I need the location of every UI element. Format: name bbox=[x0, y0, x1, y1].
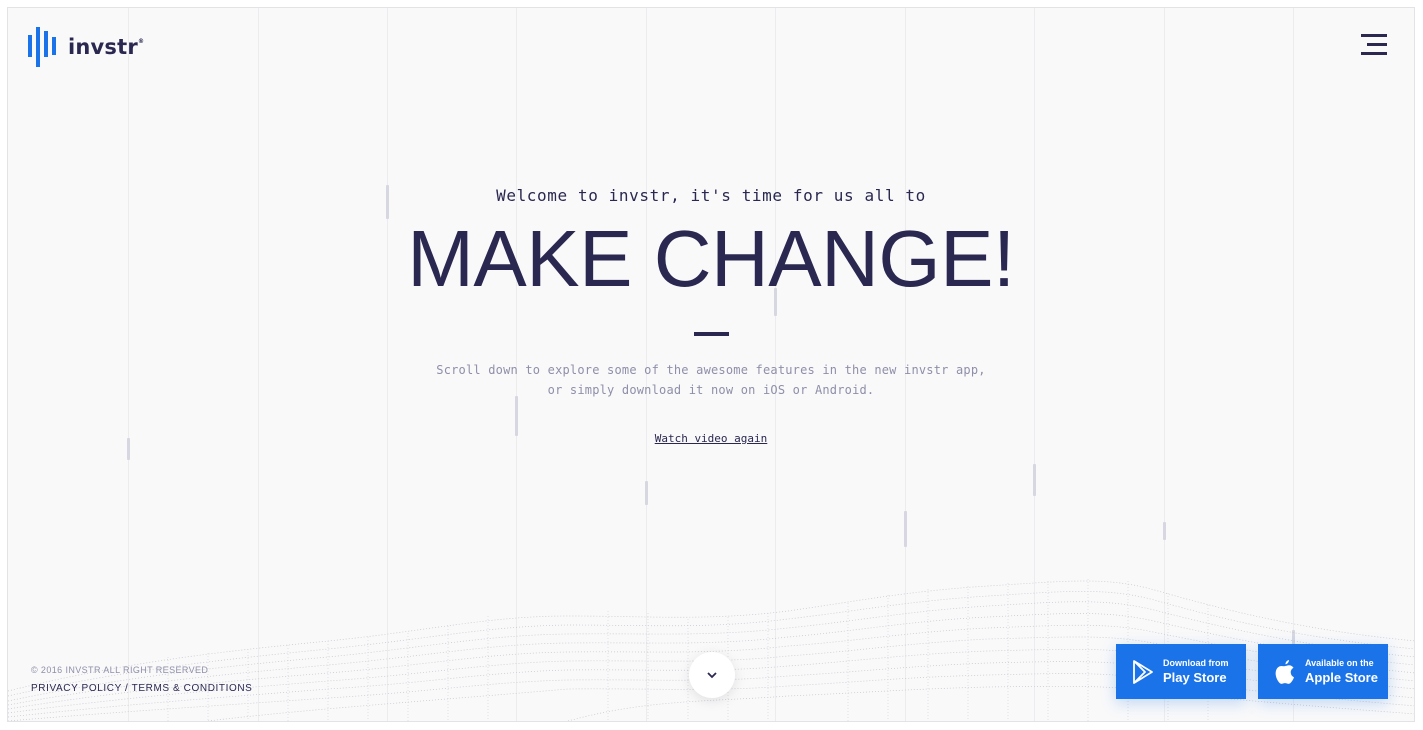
apple-store-button[interactable]: Available on the Apple Store bbox=[1258, 644, 1388, 699]
apple-store-small-label: Available on the bbox=[1305, 657, 1374, 668]
grid-tick bbox=[904, 511, 907, 547]
hero-description-line: or simply download it now on iOS or Andr… bbox=[547, 383, 875, 397]
grid-tick bbox=[1163, 522, 1166, 540]
hero-description-line: Scroll down to explore some of the aweso… bbox=[436, 363, 986, 377]
apple-store-big-label: Apple Store bbox=[1305, 669, 1378, 685]
terms-link[interactable]: TERMS & CONDITIONS bbox=[132, 683, 253, 694]
hamburger-icon-line bbox=[1367, 43, 1387, 46]
grid-tick bbox=[1033, 464, 1036, 496]
play-store-button[interactable]: Download from Play Store bbox=[1116, 644, 1246, 699]
footer-separator: / bbox=[125, 683, 129, 694]
hero-headline: MAKE CHANGE! bbox=[407, 214, 1015, 303]
scroll-down-button[interactable] bbox=[689, 652, 735, 698]
hero-welcome-text: Welcome to invstr, it's time for us all … bbox=[496, 186, 926, 205]
chevron-down-icon bbox=[707, 671, 717, 678]
hero-section: Welcome to invstr, it's time for us all … bbox=[8, 186, 1414, 447]
logo-mark-icon bbox=[28, 27, 56, 67]
privacy-policy-link[interactable]: PRIVACY POLICY bbox=[31, 683, 122, 694]
menu-button[interactable] bbox=[1361, 34, 1387, 56]
apple-store-labels: Available on the Apple Store bbox=[1305, 658, 1378, 686]
play-store-big-label: Play Store bbox=[1163, 669, 1227, 685]
grid-tick bbox=[645, 481, 648, 505]
hamburger-icon bbox=[1361, 34, 1387, 37]
brand-logo[interactable]: invstr® bbox=[28, 25, 144, 69]
footer: © 2016 INVSTR ALL RIGHT RESERVED PRIVACY… bbox=[31, 665, 252, 694]
hero-divider bbox=[693, 332, 729, 336]
play-store-icon bbox=[1133, 659, 1153, 684]
brand-name: invstr® bbox=[68, 35, 145, 59]
play-store-small-label: Download from bbox=[1163, 657, 1229, 668]
play-store-labels: Download from Play Store bbox=[1163, 658, 1229, 686]
watch-video-link[interactable]: Watch video again bbox=[655, 432, 768, 445]
footer-links: PRIVACY POLICY / TERMS & CONDITIONS bbox=[31, 683, 252, 694]
page-frame: invstr® Welcome to invstr, it's time for… bbox=[7, 7, 1415, 722]
hamburger-icon-line bbox=[1361, 52, 1387, 55]
copyright-text: © 2016 INVSTR ALL RIGHT RESERVED bbox=[31, 665, 209, 675]
apple-icon bbox=[1275, 659, 1294, 684]
hero-description: Scroll down to explore some of the aweso… bbox=[8, 360, 1414, 400]
